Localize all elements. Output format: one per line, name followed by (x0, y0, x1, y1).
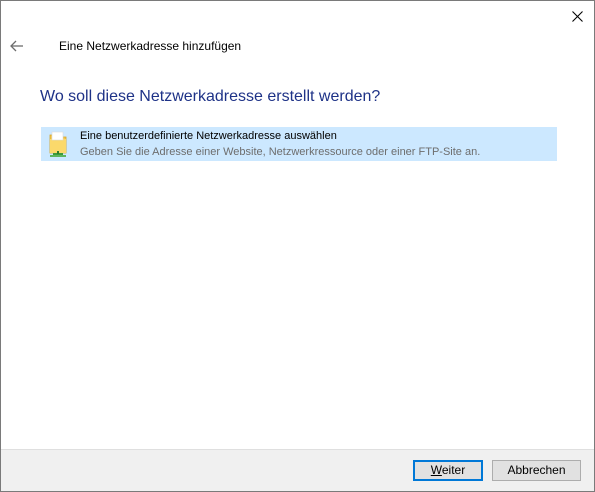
folder-network-icon (49, 131, 67, 157)
wizard-window: Eine Netzwerkadresse hinzufügen Wo soll … (0, 0, 595, 492)
back-button[interactable] (7, 36, 27, 56)
close-icon (571, 10, 583, 22)
option-custom-network-location[interactable]: Eine benutzerdefinierte Netzwerkadresse … (41, 127, 557, 161)
option-title: Eine benutzerdefinierte Netzwerkadresse … (80, 130, 337, 142)
wizard-title: Eine Netzwerkadresse hinzufügen (59, 39, 242, 53)
page-question: Wo soll diese Netzwerkadresse erstellt w… (40, 88, 381, 105)
next-button-label: eiter (441, 463, 466, 477)
close-button[interactable] (560, 1, 594, 31)
option-description: Geben Sie die Adresse einer Website, Net… (80, 146, 481, 158)
back-arrow-icon (10, 40, 23, 52)
button-bar: Weiter Abbrechen (1, 449, 594, 491)
cancel-button[interactable]: Abbrechen (492, 460, 581, 481)
next-button[interactable]: Weiter (413, 460, 483, 481)
next-button-accelerator: W (430, 463, 442, 477)
